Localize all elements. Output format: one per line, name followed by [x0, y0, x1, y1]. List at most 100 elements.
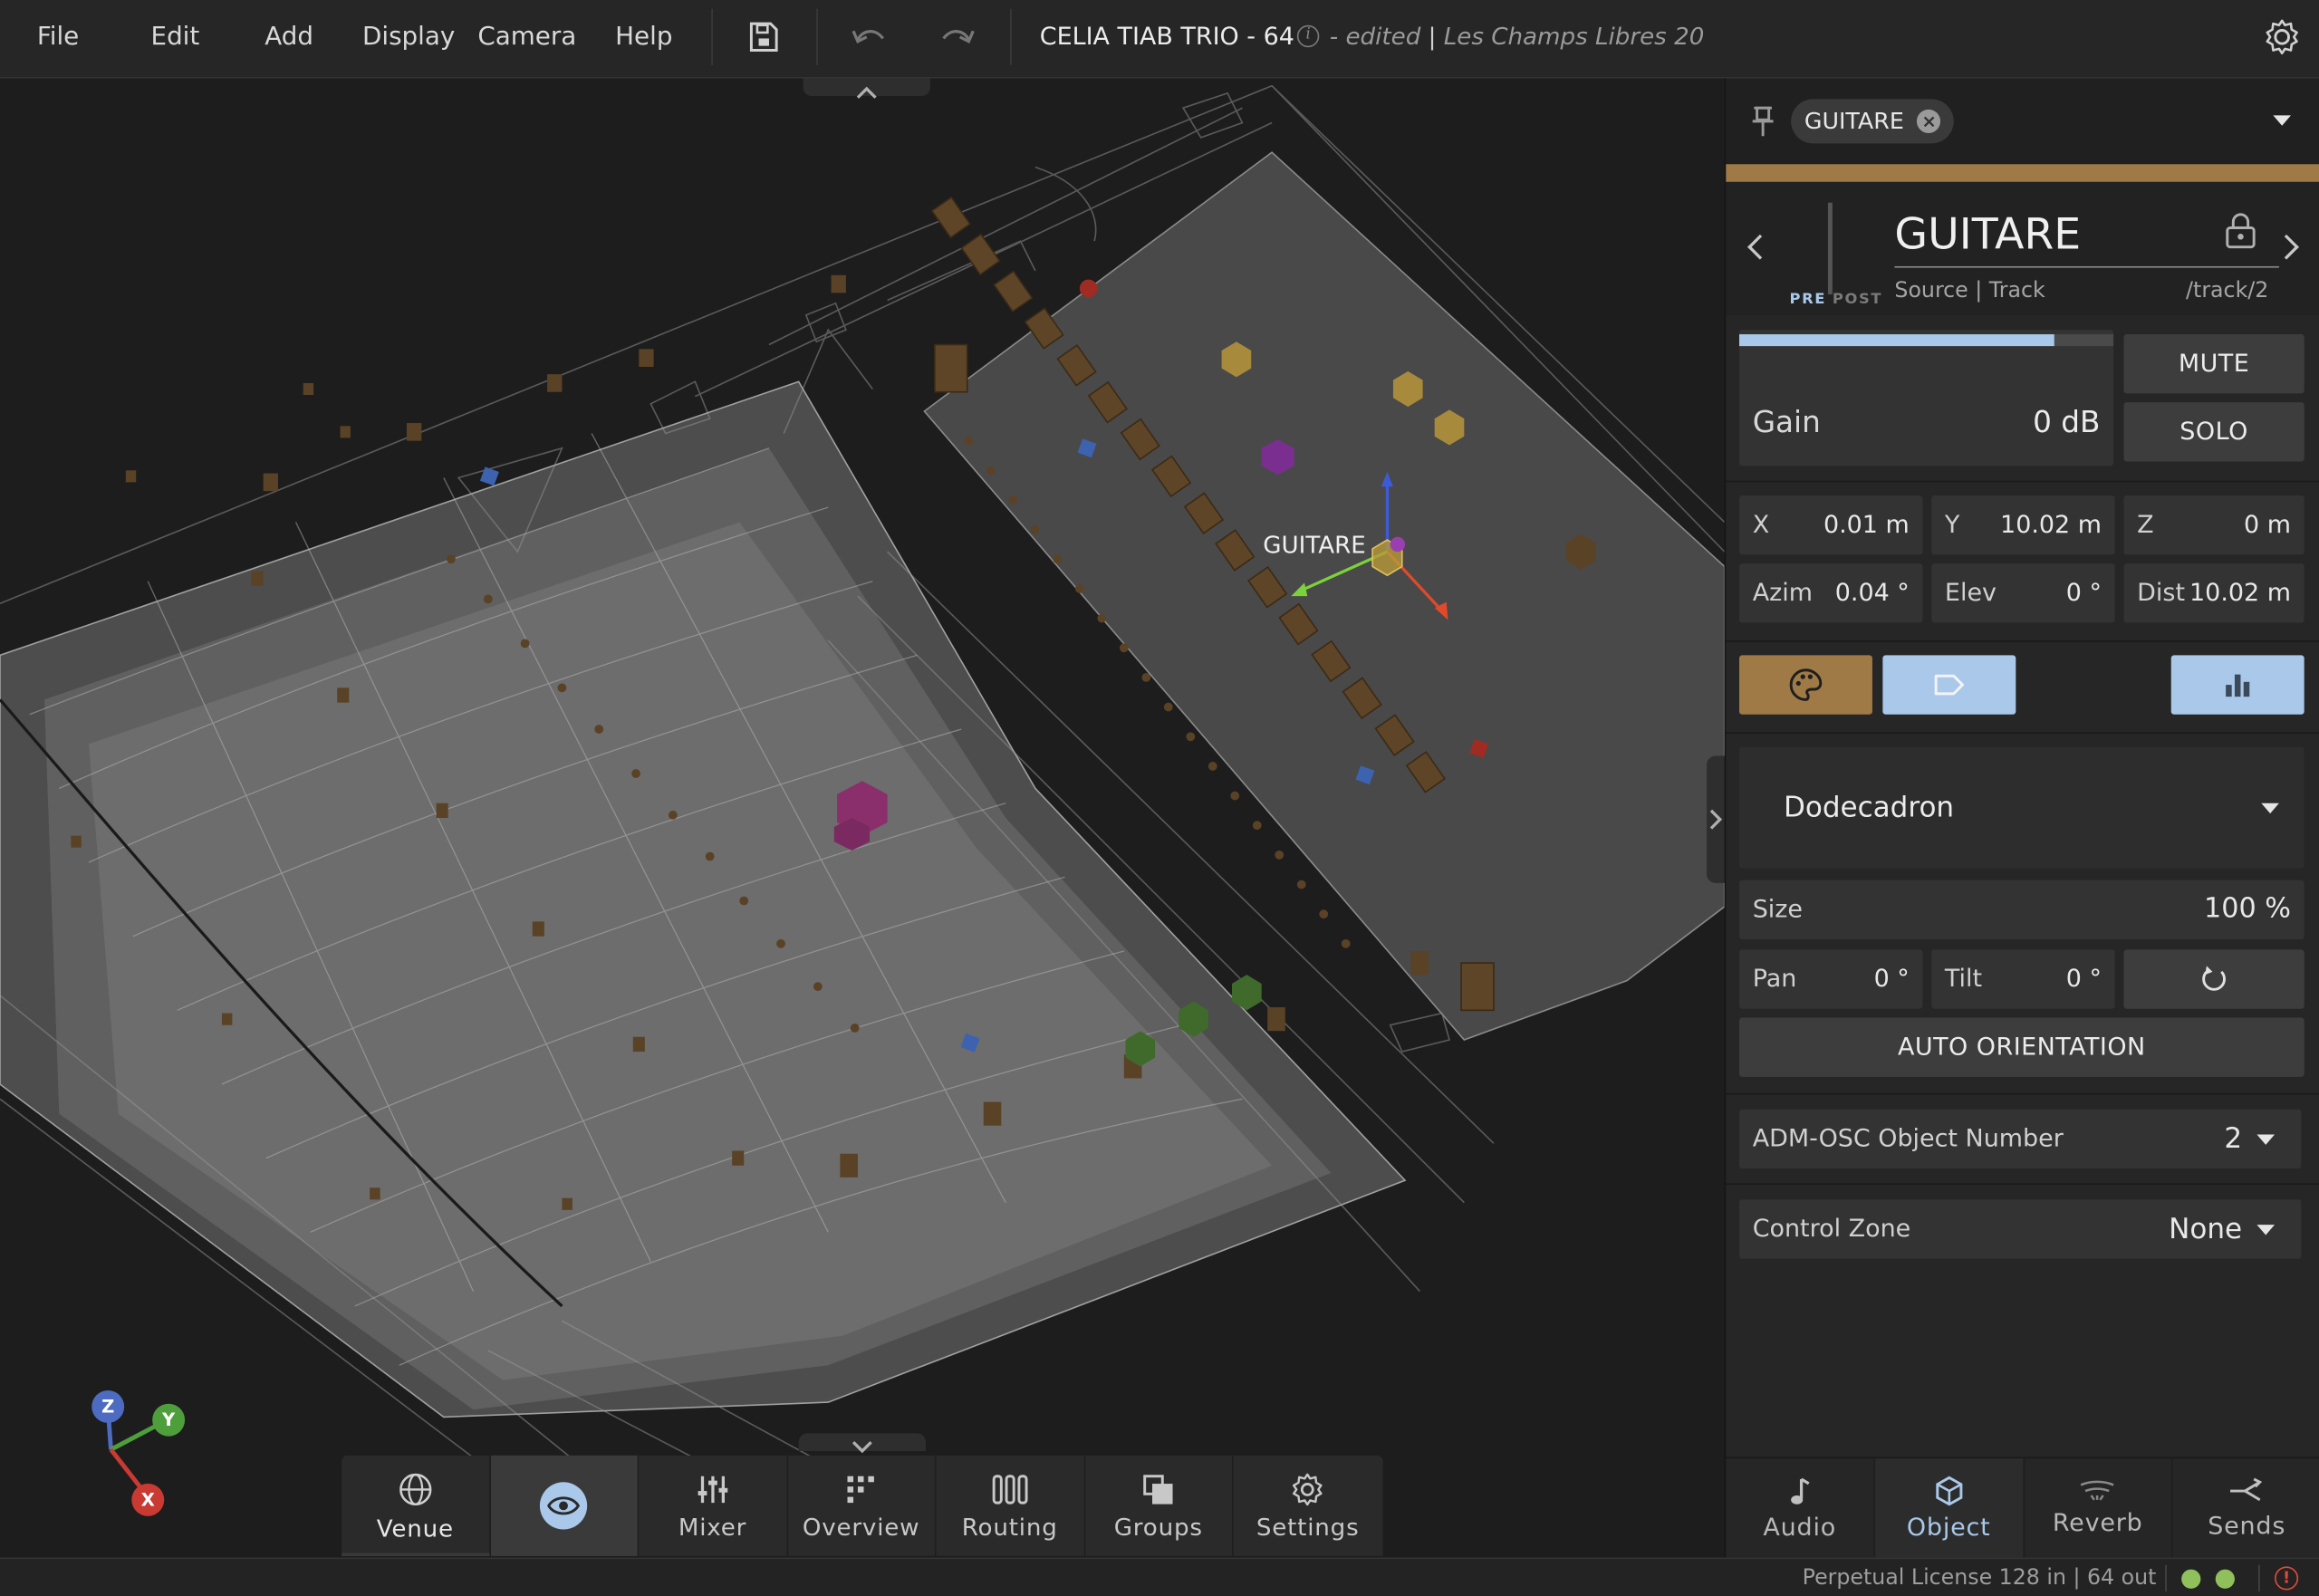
menu-file[interactable]: File — [37, 0, 79, 74]
track-name-field[interactable]: GUITARE — [1894, 199, 2279, 268]
edited-status: - edited — [1329, 22, 1421, 51]
tab-label: Overview — [802, 1512, 920, 1541]
cube-icon — [1935, 1476, 1962, 1506]
license-status: Perpetual License 128 in | 64 out — [1802, 1566, 2157, 1591]
solo-button[interactable]: SOLO — [2123, 402, 2305, 462]
tab-label: Venue — [376, 1514, 454, 1543]
save-icon — [749, 22, 778, 52]
status-divider — [2165, 1564, 2167, 1592]
menu-camera[interactable]: Camera — [477, 0, 576, 74]
tab-venue[interactable]: Venue — [342, 1455, 491, 1556]
shape-dropdown[interactable]: Dodecadron — [1738, 746, 2305, 869]
menu-divider — [816, 8, 818, 65]
tilt-field[interactable]: Tilt 0 ° — [1931, 949, 2115, 1009]
tab-mixer[interactable]: Mixer — [639, 1455, 788, 1556]
menu-divider — [1010, 8, 1012, 65]
control-zone-dropdown[interactable]: Control Zone None — [1738, 1199, 2302, 1259]
azimuth-field[interactable]: Azim 0.04 ° — [1738, 563, 1923, 623]
rotate-icon — [2202, 966, 2226, 991]
tab-label: Sends — [2208, 1511, 2286, 1540]
field-label: Azim — [1752, 578, 1813, 607]
tab-settings[interactable]: Settings — [1234, 1456, 1382, 1556]
color-picker-button[interactable] — [1738, 655, 1872, 715]
tab-label: Routing — [961, 1512, 1058, 1541]
undo-button[interactable] — [844, 12, 895, 62]
pin-icon[interactable] — [1749, 105, 1775, 138]
dropdown-arrow-icon — [2256, 1225, 2276, 1235]
meter-toggle-button[interactable] — [2170, 655, 2305, 715]
pre-toggle[interactable]: PRE — [1790, 292, 1827, 308]
top-panel-handle[interactable] — [803, 78, 930, 99]
section-divider — [1726, 480, 2319, 483]
3d-viewport[interactable]: GUITARE Z Y X — [0, 78, 1725, 1558]
auto-orientation-button[interactable]: AUTO ORIENTATION — [1738, 1017, 2305, 1077]
reset-orientation-button[interactable] — [2123, 949, 2305, 1009]
field-label: Y — [1944, 510, 1960, 539]
mute-button[interactable]: MUTE — [2123, 334, 2305, 394]
pan-field[interactable]: Pan 0 ° — [1738, 949, 1923, 1009]
redo-button[interactable] — [932, 12, 983, 62]
y-axis-label[interactable]: Y — [152, 1403, 186, 1437]
post-toggle[interactable]: POST — [1833, 292, 1882, 308]
info-icon[interactable]: i — [1296, 24, 1320, 48]
label-toggle-button[interactable] — [1882, 655, 2016, 715]
bottom-panel-handle[interactable] — [798, 1433, 927, 1454]
tab-object[interactable]: Object — [1874, 1458, 2025, 1558]
status-bar: Perpetual License 128 in | 64 out ! — [0, 1557, 2319, 1596]
tab-overview[interactable]: Overview — [787, 1455, 937, 1556]
bar-chart-icon — [2226, 674, 2250, 697]
z-position-field[interactable]: Z 0 m — [2123, 495, 2305, 555]
side-panel-handle[interactable] — [1707, 755, 1725, 883]
shape-value: Dodecadron — [1783, 791, 1955, 824]
field-label: ADM-OSC Object Number — [1752, 1124, 2064, 1153]
distance-field[interactable]: Dist 10.02 m — [2123, 563, 2305, 623]
grid-icon — [847, 1475, 875, 1503]
selected-object-label[interactable]: GUITARE — [1263, 531, 1366, 559]
tab-audio[interactable]: Audio — [1726, 1458, 1875, 1558]
document-status: - edited | Les Champs Libres 20 — [1329, 22, 1705, 51]
tab-label: Audio — [1763, 1513, 1837, 1542]
layers-icon — [1143, 1474, 1173, 1504]
field-value: None — [2169, 1213, 2243, 1245]
gain-fader[interactable]: Gain 0 dB — [1738, 330, 2114, 466]
previous-object-icon[interactable] — [1747, 234, 1773, 260]
visibility-toggle[interactable] — [490, 1455, 640, 1556]
tab-routing[interactable]: Routing — [936, 1455, 1085, 1556]
selector-dropdown-icon[interactable] — [2273, 115, 2291, 126]
elevation-field[interactable]: Elev 0 ° — [1931, 563, 2115, 623]
y-position-field[interactable]: Y 10.02 m — [1931, 495, 2115, 555]
menu-edit[interactable]: Edit — [151, 0, 200, 74]
save-button[interactable] — [738, 12, 789, 62]
alert-icon[interactable]: ! — [2275, 1566, 2299, 1591]
menu-help[interactable]: Help — [615, 0, 672, 74]
x-position-field[interactable]: X 0.01 m — [1738, 495, 1923, 555]
tab-reverb[interactable]: Reverb — [2024, 1458, 2173, 1558]
field-label: X — [1752, 510, 1770, 539]
field-label: Elev — [1944, 578, 1997, 607]
z-axis-label[interactable]: Z — [91, 1390, 125, 1423]
field-value: 10.02 m — [2189, 578, 2291, 607]
chevron-up-icon — [856, 86, 877, 99]
close-icon[interactable]: × — [1917, 109, 1941, 133]
size-field[interactable]: Size 100 % — [1738, 880, 2305, 939]
selected-object-chip[interactable]: GUITARE × — [1791, 99, 1955, 144]
tab-sends[interactable]: Sends — [2173, 1458, 2319, 1557]
gain-meter-fill — [1738, 334, 2054, 347]
menu-display[interactable]: Display — [362, 0, 455, 74]
level-meter — [1827, 202, 1833, 294]
tab-label: Reverb — [2052, 1508, 2143, 1537]
axis-orientation-gizmo[interactable]: Z Y X — [82, 1388, 200, 1521]
menu-add[interactable]: Add — [265, 0, 313, 74]
section-divider — [1726, 732, 2319, 734]
tab-groups[interactable]: Groups — [1085, 1455, 1234, 1556]
field-value: 2 — [2224, 1122, 2243, 1156]
sliders-icon — [698, 1475, 727, 1503]
x-axis-label[interactable]: X — [131, 1483, 165, 1516]
adm-osc-object-number-dropdown[interactable]: ADM-OSC Object Number 2 — [1738, 1109, 2302, 1169]
venue-3d-scene[interactable] — [0, 79, 1725, 1558]
undo-icon — [852, 30, 885, 43]
preferences-button[interactable] — [2256, 12, 2307, 62]
object-selector: GUITARE × — [1726, 78, 2319, 165]
osc-path: /track/2 — [2186, 279, 2269, 303]
lock-icon[interactable] — [2225, 212, 2257, 250]
